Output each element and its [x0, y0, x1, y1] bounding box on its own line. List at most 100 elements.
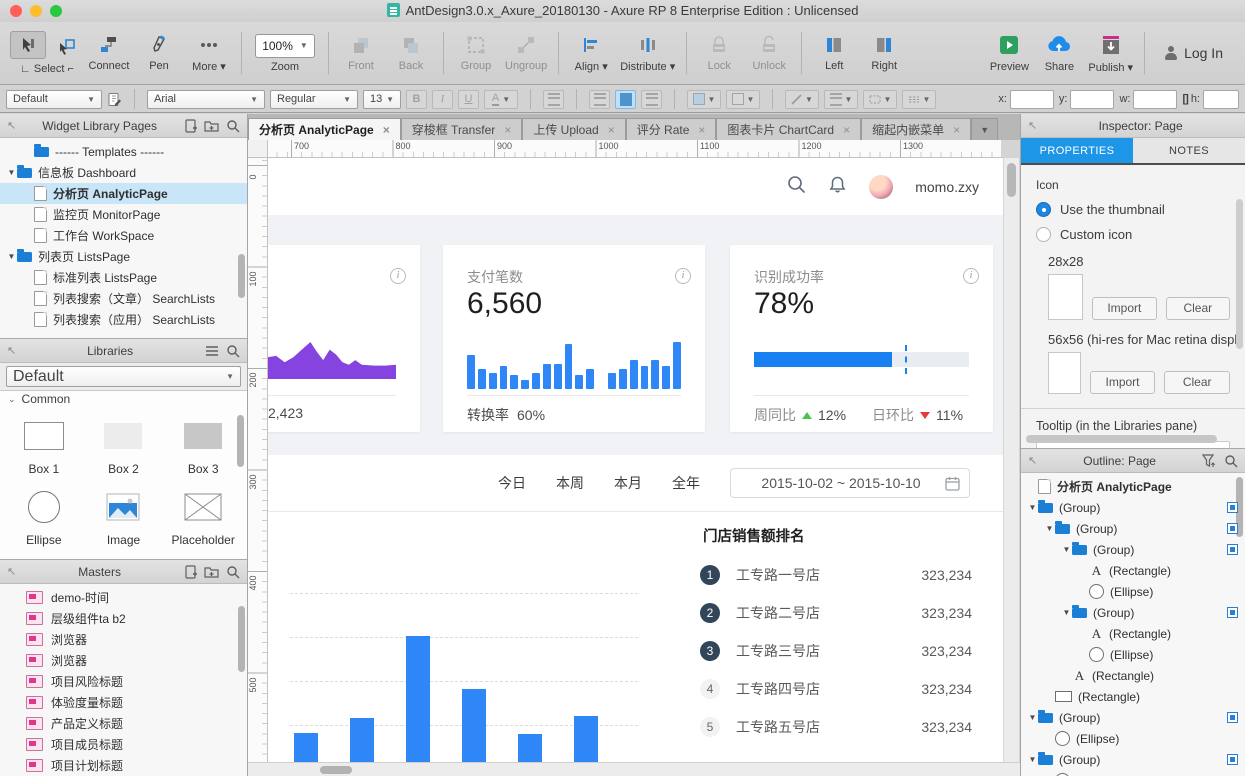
page-tree-item[interactable]: 工作台 WorkSpace — [0, 225, 247, 246]
right-panel-toggle-button[interactable]: Right — [859, 26, 909, 80]
collapse-panel-icon[interactable]: ↖ — [7, 344, 16, 357]
close-tab-icon[interactable]: × — [504, 123, 511, 137]
canvas-tab[interactable]: 穿梭框 Transfer × — [400, 118, 523, 140]
front-button[interactable]: Front — [336, 26, 386, 80]
outline-tree-item[interactable]: (Ellipse) — [1021, 728, 1245, 749]
ranking-row[interactable]: 1 工专路一号店 323,234 — [700, 561, 972, 589]
ungroup-button[interactable]: Ungroup — [501, 26, 551, 80]
inspector-hscrollbar-thumb[interactable] — [1026, 435, 1217, 443]
add-page-icon[interactable] — [183, 118, 198, 133]
border-style-button[interactable]: ▼ — [863, 89, 897, 109]
vertical-scrollbar-thumb[interactable] — [1007, 163, 1016, 197]
edit-style-icon[interactable] — [107, 92, 122, 107]
canvas-tab[interactable]: 分析页 AnalyticPage × — [248, 118, 401, 140]
expand-arrow-icon[interactable]: ▼ — [1061, 608, 1072, 617]
date-range-picker[interactable]: 2015-10-02 ~ 2015-10-10 — [730, 468, 970, 498]
align-left-button[interactable] — [589, 89, 610, 109]
libraries-scrollbar-thumb[interactable] — [237, 415, 244, 467]
date-filter-option[interactable]: 本月 — [614, 473, 642, 493]
publish-button[interactable]: Publish ▾ — [1084, 26, 1137, 80]
page-tree-item[interactable]: ------ Templates ------ — [0, 141, 247, 162]
expand-arrow-icon[interactable]: ▼ — [6, 252, 17, 261]
info-icon[interactable]: i — [675, 268, 691, 284]
close-tab-icon[interactable]: × — [608, 123, 615, 137]
masters-scrollbar-thumb[interactable] — [238, 606, 245, 672]
group-marker-icon[interactable] — [1227, 712, 1238, 723]
outline-tree-item[interactable]: (Rectangle) — [1021, 686, 1245, 707]
collapse-panel-icon[interactable]: ↖ — [7, 565, 16, 578]
filter-icon[interactable] — [1202, 453, 1217, 468]
library-widget-image[interactable]: Image — [84, 490, 164, 547]
line-width-button[interactable]: ▼ — [824, 89, 858, 109]
bell-icon[interactable] — [828, 175, 847, 199]
align-right-button[interactable] — [641, 89, 662, 109]
use-thumbnail-radio[interactable]: Use the thumbnail — [1036, 202, 1230, 217]
close-tab-icon[interactable]: × — [843, 123, 850, 137]
group-marker-icon[interactable] — [1227, 523, 1238, 534]
font-color-button[interactable]: A ▼ — [484, 89, 518, 109]
success-rate-card[interactable]: 识别成功率 i 78% 周同比 12% 日环比 11% — [730, 245, 993, 432]
canvas-tab[interactable]: 评分 Rate × — [625, 118, 717, 140]
style-preset-select[interactable]: Default ▼ — [6, 89, 102, 109]
master-item[interactable]: 项目风险标题 — [0, 671, 247, 692]
bullet-list-button[interactable] — [543, 89, 564, 109]
line-color-button[interactable]: ▼ — [785, 89, 819, 109]
expand-arrow-icon[interactable]: ▼ — [1027, 503, 1038, 512]
outline-tree-item[interactable]: ▼ (Group) — [1021, 497, 1245, 518]
page-tree-item[interactable]: 监控页 MonitorPage — [0, 204, 247, 225]
add-master-icon[interactable] — [183, 564, 198, 579]
outline-tree-item[interactable]: ▼ (Group) — [1021, 518, 1245, 539]
master-item[interactable]: demo-时间 — [0, 587, 247, 608]
search-libraries-icon[interactable] — [225, 343, 240, 358]
canvas-tab[interactable]: 缩起内嵌菜单 × — [861, 118, 972, 140]
master-item[interactable]: 产品定义标题 — [0, 713, 247, 734]
group-marker-icon[interactable] — [1227, 544, 1238, 555]
library-widget-ellipse[interactable]: Ellipse — [4, 490, 84, 547]
library-widget-placeholder[interactable]: Placeholder — [163, 490, 243, 547]
ranking-row[interactable]: 4 工专路四号店 323,234 — [700, 675, 972, 703]
page-tree-item[interactable]: 分析页 AnalyticPage — [0, 183, 247, 204]
master-item[interactable]: 项目计划标题 — [0, 755, 247, 776]
outline-tree-item[interactable]: ▼ (Group) — [1021, 602, 1245, 623]
preview-button[interactable]: Preview — [984, 26, 1034, 80]
fill-color-button[interactable]: ▼ — [687, 89, 721, 109]
group-button[interactable]: Group — [451, 26, 501, 80]
total-sales-card[interactable]: i 2,423 — [268, 245, 420, 432]
arrow-style-button[interactable]: ▼ — [902, 89, 936, 109]
minimize-window-button[interactable] — [30, 5, 42, 17]
add-master-folder-icon[interactable] — [204, 564, 219, 579]
horizontal-scrollbar-thumb[interactable] — [320, 766, 352, 774]
canvas-tab[interactable]: 图表卡片 ChartCard × — [716, 118, 862, 140]
icon-28-thumbnail[interactable] — [1048, 274, 1084, 320]
select-tool-button[interactable] — [10, 31, 46, 59]
outline-tree-item[interactable]: (Ellipse) — [1021, 770, 1245, 776]
left-panel-toggle-button[interactable]: Left — [809, 26, 859, 80]
page-tree-item[interactable]: 标准列表 ListsPage — [0, 267, 247, 288]
expand-arrow-icon[interactable]: ▼ — [1027, 713, 1038, 722]
icon-56-thumbnail[interactable] — [1048, 352, 1081, 394]
close-tab-icon[interactable]: × — [383, 123, 390, 137]
select-contained-button[interactable] — [50, 33, 84, 59]
outline-tree-item[interactable]: (Ellipse) — [1021, 644, 1245, 665]
x-input[interactable] — [1009, 89, 1054, 109]
font-family-select[interactable]: Arial ▼ — [147, 89, 265, 109]
master-item[interactable]: 项目成员标题 — [0, 734, 247, 755]
outline-tree-item[interactable]: A (Rectangle) — [1021, 665, 1245, 686]
libraries-menu-icon[interactable] — [204, 343, 219, 358]
bold-button[interactable]: B — [406, 89, 427, 109]
search-masters-icon[interactable] — [225, 564, 240, 579]
import-56-button[interactable]: Import — [1089, 371, 1156, 394]
date-filter-option[interactable]: 今日 — [498, 473, 526, 493]
pen-button[interactable]: Pen — [134, 26, 184, 80]
expand-arrow-icon[interactable]: ▼ — [1044, 524, 1055, 533]
page-tree-item[interactable]: 列表搜索（文章） SearchLists — [0, 288, 247, 309]
master-item[interactable]: 浏览器 — [0, 629, 247, 650]
share-button[interactable]: Share — [1034, 26, 1084, 80]
outline-tree-item[interactable]: A (Rectangle) — [1021, 560, 1245, 581]
common-section-header[interactable]: ⌄ Common — [0, 391, 247, 407]
shadow-button[interactable]: ▼ — [726, 89, 760, 109]
close-tab-icon[interactable]: × — [953, 123, 960, 137]
pages-scrollbar-thumb[interactable] — [238, 254, 245, 298]
canvas-horizontal-scrollbar[interactable] — [248, 762, 1020, 776]
outline-tree-item[interactable]: ▼ (Group) — [1021, 707, 1245, 728]
